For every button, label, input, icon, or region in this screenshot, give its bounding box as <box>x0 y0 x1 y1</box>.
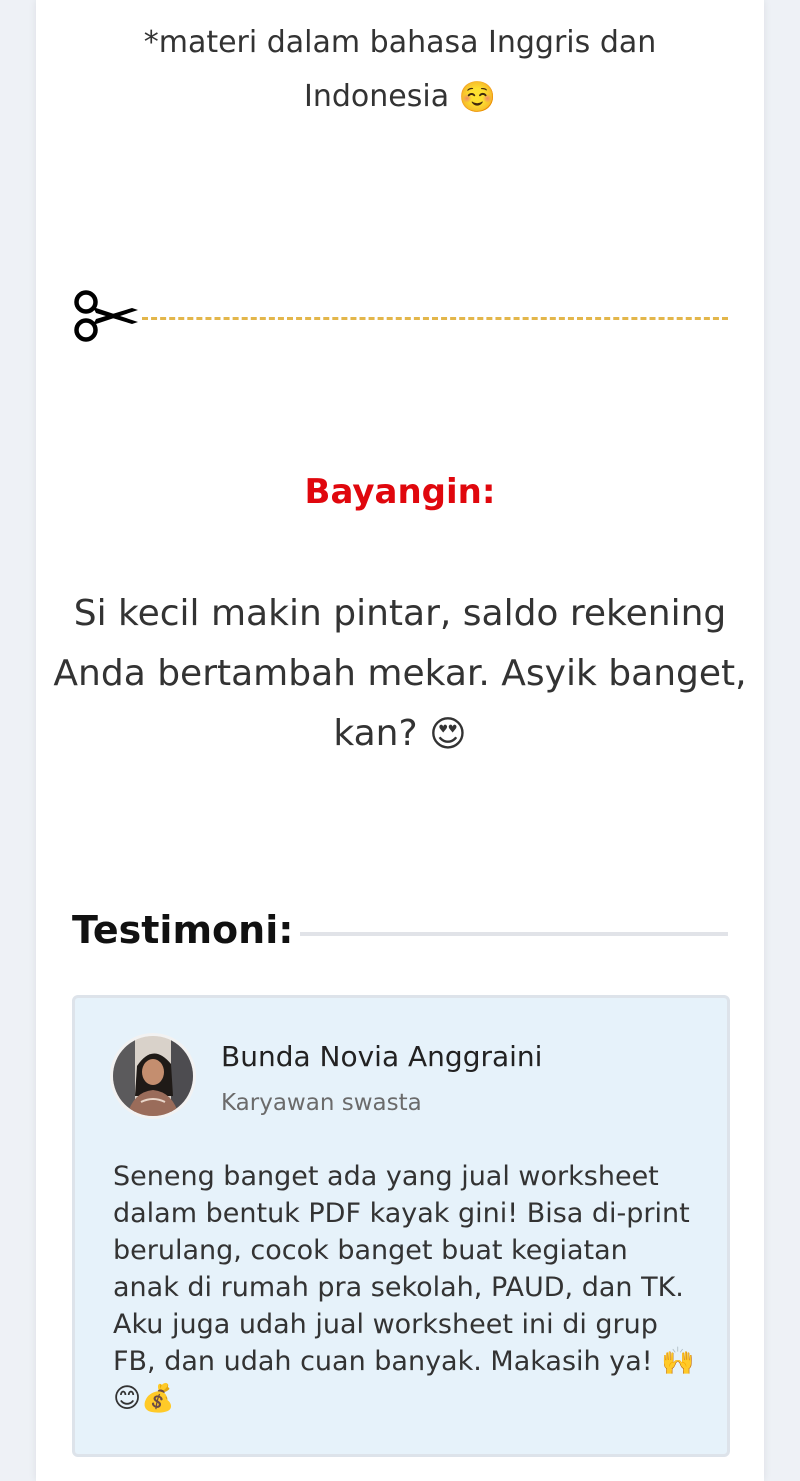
imagine-line-3: kan? 😍 <box>36 704 764 765</box>
smiling-face-emoji: ☺️ <box>458 79 496 115</box>
dashed-cut-line <box>142 317 728 320</box>
scissors-icon <box>74 290 138 342</box>
heart-eyes-emoji: 😍 <box>429 714 467 755</box>
testimonials-header: Testimoni: <box>72 908 728 964</box>
imagine-text: Si kecil makin pintar, saldo rekening An… <box>36 584 764 765</box>
testimonial-author-name: Bunda Novia Anggraini <box>221 1040 543 1073</box>
testimonial-text: Seneng banget ada yang jual worksheet da… <box>113 1161 690 1377</box>
language-note-text: Indonesia <box>304 79 450 114</box>
content-column: *materi dalam bahasa Inggris dan Indones… <box>36 0 764 1481</box>
imagine-line-3-text: kan? <box>333 713 418 754</box>
testimonials-heading: Testimoni: <box>72 908 294 952</box>
avatar <box>113 1036 193 1116</box>
testimonial-card: Bunda Novia Anggraini Karyawan swasta Se… <box>72 995 730 1457</box>
imagine-line-2: Anda bertambah mekar. Asyik banget, <box>53 653 747 694</box>
language-note-line-1: *materi dalam bahasa Inggris dan <box>143 25 657 60</box>
testimonial-author-role: Karyawan swasta <box>221 1090 422 1116</box>
avatar-photo <box>113 1036 193 1116</box>
cut-divider <box>72 288 728 344</box>
imagine-heading: Bayangin: <box>304 472 496 512</box>
imagine-line-1: Si kecil makin pintar, saldo rekening <box>73 593 727 634</box>
language-note: *materi dalam bahasa Inggris dan Indones… <box>36 16 764 125</box>
language-note-line-2: Indonesia ☺️ <box>36 70 764 125</box>
testimonial-quote: Seneng banget ada yang jual worksheet da… <box>113 1158 699 1417</box>
heading-rule <box>300 932 728 936</box>
